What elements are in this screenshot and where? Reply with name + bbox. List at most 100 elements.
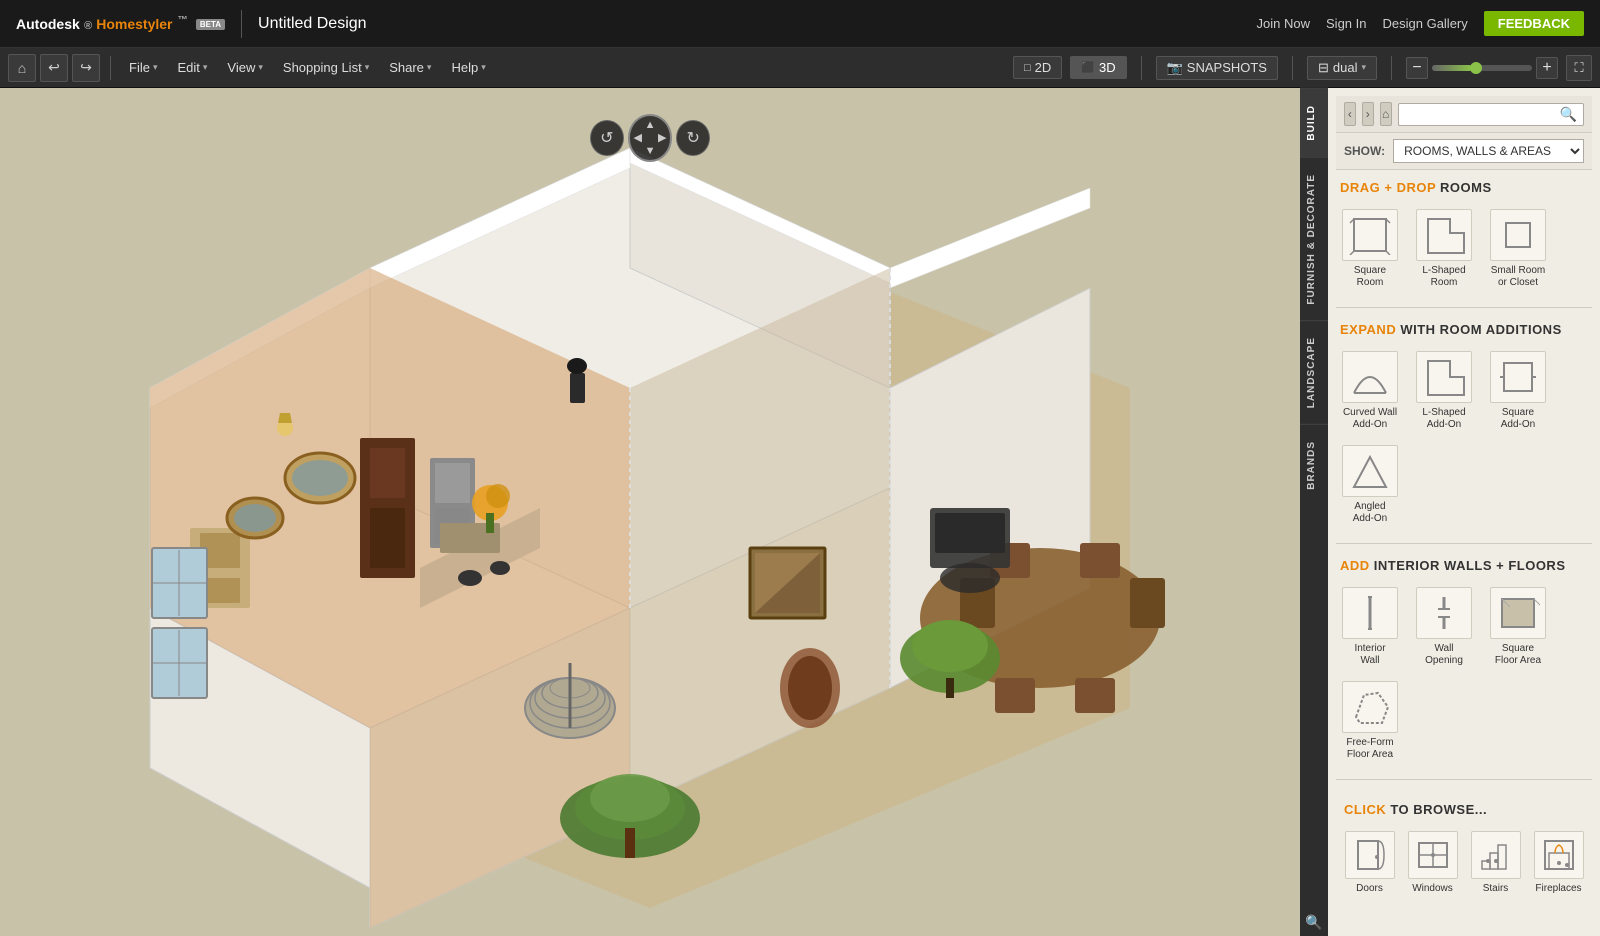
snapshots-button[interactable]: 📷 SNAPSHOTS bbox=[1156, 56, 1278, 80]
interior-wall-item[interactable]: InteriorWall bbox=[1336, 583, 1404, 671]
square-floor-item[interactable]: SquareFloor Area bbox=[1484, 583, 1552, 671]
interior-normal: INTERIOR WALLS + FLOORS bbox=[1374, 558, 1566, 573]
square-floor-label: SquareFloor Area bbox=[1495, 643, 1541, 667]
angled-addon-item[interactable]: AngledAdd-On bbox=[1336, 441, 1404, 529]
2d-view-button[interactable]: □ 2D bbox=[1013, 56, 1062, 79]
l-shaped-room-label: L-ShapedRoom bbox=[1422, 265, 1465, 289]
wall-opening-item[interactable]: WallOpening bbox=[1410, 583, 1478, 671]
windows-browse-item[interactable]: Windows bbox=[1403, 827, 1462, 898]
stairs-browse-item[interactable]: Stairs bbox=[1466, 827, 1525, 898]
join-now-link[interactable]: Join Now bbox=[1257, 16, 1310, 31]
navigation-controls: ↺ ▲ ◀ ▶ ▼ ↻ bbox=[590, 108, 710, 168]
l-shaped-addon-label: L-ShapedAdd-On bbox=[1422, 407, 1465, 431]
small-room-icon-box bbox=[1490, 209, 1546, 261]
panel-search-submit-button[interactable]: 🔍 bbox=[1560, 106, 1577, 123]
windows-label: Windows bbox=[1412, 883, 1453, 894]
file-menu[interactable]: File▾ bbox=[121, 56, 165, 79]
drag-drop-normal: ROOMS bbox=[1440, 180, 1492, 195]
panel-content-area: ‹ › ⌂ 🔍 SHOW: ROOMS, WALLS & AREAS DRAG … bbox=[1328, 88, 1600, 936]
help-menu[interactable]: Help▾ bbox=[443, 56, 493, 79]
zoom-out-button[interactable]: − bbox=[1406, 57, 1428, 79]
wall-opening-icon-box bbox=[1416, 587, 1472, 639]
show-label: SHOW: bbox=[1344, 144, 1385, 158]
design-gallery-link[interactable]: Design Gallery bbox=[1383, 16, 1468, 31]
toolbar: ⌂ ↩ ↪ File▾ Edit▾ View▾ Shopping List▾ S… bbox=[0, 48, 1600, 88]
zoom-controls: − + bbox=[1406, 57, 1558, 79]
square-addon-item[interactable]: SquareAdd-On bbox=[1484, 347, 1552, 435]
top-bar: Autodesk ® Homestyler ™ BETA Untitled De… bbox=[0, 0, 1600, 48]
edit-menu[interactable]: Edit▾ bbox=[169, 56, 215, 79]
dual-view-button[interactable]: ⊟ dual ▾ bbox=[1307, 56, 1377, 80]
feedback-button[interactable]: FEEDBACK bbox=[1484, 11, 1584, 36]
share-menu[interactable]: Share▾ bbox=[381, 56, 439, 79]
l-shaped-addon-icon-box bbox=[1416, 351, 1472, 403]
show-dropdown[interactable]: ROOMS, WALLS & AREAS bbox=[1393, 139, 1584, 163]
nav-center-control[interactable]: ▲ ◀ ▶ ▼ bbox=[628, 114, 673, 162]
angled-addon-shape bbox=[1348, 451, 1392, 491]
curved-wall-shape bbox=[1348, 357, 1392, 397]
build-tab[interactable]: BUILD bbox=[1300, 88, 1328, 157]
interior-wall-label: InteriorWall bbox=[1354, 643, 1385, 667]
panel-search-icon[interactable]: 🔍 bbox=[1300, 908, 1328, 936]
view-toggle-area: □ 2D ⬛ 3D 📷 SNAPSHOTS ⊟ dual ▾ − + ⛶ bbox=[1013, 55, 1592, 81]
3d-viewport[interactable]: ↺ ▲ ◀ ▶ ▼ ↻ bbox=[0, 88, 1300, 936]
zoom-handle[interactable] bbox=[1470, 62, 1482, 74]
wall-opening-shape bbox=[1422, 593, 1466, 633]
nav-down-arrow[interactable]: ▼ bbox=[645, 146, 656, 157]
landscape-tab[interactable]: LANDSCAPE bbox=[1300, 320, 1328, 424]
windows-icon-box bbox=[1408, 831, 1458, 879]
section-divider-1 bbox=[1336, 307, 1592, 308]
interior-walls-header: ADD INTERIOR WALLS + FLOORS bbox=[1336, 548, 1592, 579]
camera-icon: 📷 bbox=[1167, 60, 1183, 76]
nav-left-arrow[interactable]: ◀ bbox=[634, 133, 642, 144]
square-room-shape bbox=[1348, 215, 1392, 255]
undo-button[interactable]: ↩ bbox=[40, 54, 68, 82]
title-divider bbox=[241, 10, 242, 38]
brands-tab[interactable]: BRANDS bbox=[1300, 424, 1328, 506]
nav-right-arrow[interactable]: ▶ bbox=[658, 133, 666, 144]
home-icon-button[interactable]: ⌂ bbox=[8, 54, 36, 82]
panel-forward-button[interactable]: › bbox=[1362, 102, 1374, 126]
freeform-floor-icon-box bbox=[1342, 681, 1398, 733]
fireplaces-label: Fireplaces bbox=[1535, 883, 1581, 894]
design-title: Untitled Design bbox=[258, 15, 367, 33]
shopping-list-menu[interactable]: Shopping List▾ bbox=[275, 56, 377, 79]
l-shaped-addon-item[interactable]: L-ShapedAdd-On bbox=[1410, 347, 1478, 435]
panel-home-button[interactable]: ⌂ bbox=[1380, 102, 1392, 126]
rotate-left-button[interactable]: ↺ bbox=[590, 120, 624, 156]
zoom-fill bbox=[1432, 65, 1472, 71]
l-shaped-room-item[interactable]: L-ShapedRoom bbox=[1410, 205, 1478, 293]
windows-shape bbox=[1413, 835, 1453, 875]
square-room-item[interactable]: SquareRoom bbox=[1336, 205, 1404, 293]
vertical-tabs: BUILD FURNISH & DECORATE LANDSCAPE BRAND… bbox=[1300, 88, 1328, 936]
fireplaces-icon-box bbox=[1534, 831, 1584, 879]
rotate-right-button[interactable]: ↻ bbox=[676, 120, 710, 156]
redo-button[interactable]: ↪ bbox=[72, 54, 100, 82]
curved-wall-addon-item[interactable]: Curved WallAdd-On bbox=[1336, 347, 1404, 435]
sign-in-link[interactable]: Sign In bbox=[1326, 16, 1366, 31]
small-room-label: Small Roomor Closet bbox=[1491, 265, 1545, 289]
panel-search-input[interactable] bbox=[1405, 107, 1560, 121]
doors-label: Doors bbox=[1356, 883, 1383, 894]
square-room-label: SquareRoom bbox=[1354, 265, 1386, 289]
zoom-slider[interactable] bbox=[1432, 65, 1532, 71]
toolbar-separator-2 bbox=[1141, 56, 1142, 80]
freeform-floor-item[interactable]: Free-FormFloor Area bbox=[1336, 677, 1404, 765]
nav-up-arrow[interactable]: ▲ bbox=[645, 120, 656, 131]
zoom-in-button[interactable]: + bbox=[1536, 57, 1558, 79]
doors-browse-item[interactable]: Doors bbox=[1340, 827, 1399, 898]
panel-back-button[interactable]: ‹ bbox=[1344, 102, 1356, 126]
fireplaces-browse-item[interactable]: Fireplaces bbox=[1529, 827, 1588, 898]
walls-floors-grid: InteriorWall WallOpening bbox=[1336, 579, 1592, 775]
toolbar-separator-3 bbox=[1292, 56, 1293, 80]
3d-view-button[interactable]: ⬛ 3D bbox=[1070, 56, 1126, 79]
fullscreen-button[interactable]: ⛶ bbox=[1566, 55, 1592, 81]
section-divider-2 bbox=[1336, 543, 1592, 544]
angled-addon-icon-box bbox=[1342, 445, 1398, 497]
rooms-grid: SquareRoom L-ShapedRoom bbox=[1336, 201, 1592, 303]
furnish-tab[interactable]: FURNISH & DECORATE bbox=[1300, 157, 1328, 321]
small-room-item[interactable]: Small Roomor Closet bbox=[1484, 205, 1552, 293]
square-floor-icon-box bbox=[1490, 587, 1546, 639]
expand-normal: WITH ROOM ADDITIONS bbox=[1400, 322, 1561, 337]
view-menu[interactable]: View▾ bbox=[219, 56, 270, 79]
